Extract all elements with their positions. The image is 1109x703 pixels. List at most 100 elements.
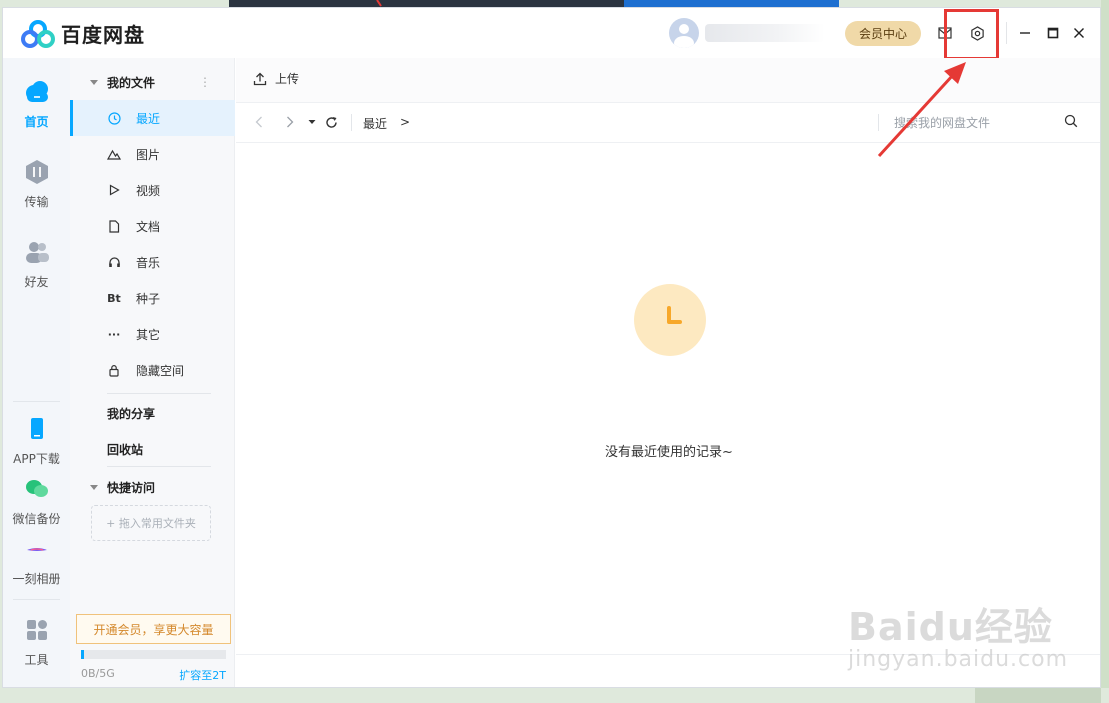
rail-item-transfer[interactable]: 传输 xyxy=(3,158,70,210)
rail-item-album[interactable]: 一刻相册 xyxy=(3,535,70,587)
document-icon xyxy=(107,219,121,233)
upload-icon xyxy=(253,72,267,85)
bt-icon: Bt xyxy=(107,291,121,305)
album-icon xyxy=(26,548,47,551)
image-icon xyxy=(107,147,121,161)
sidebar-item-recycle-bin[interactable]: 回收站 xyxy=(70,431,235,467)
nav-divider xyxy=(351,114,352,131)
rail-item-label: 微信备份 xyxy=(12,512,61,526)
rail-item-wechat-backup[interactable]: 微信备份 xyxy=(3,475,70,527)
minimize-icon xyxy=(1020,32,1030,34)
quick-access-label: 快捷访问 xyxy=(107,480,156,495)
storage-used-text: 0B/5G xyxy=(81,667,115,680)
app-window: 百度网盘 会员中心 首页 传输 好友 APP下载 微信备份 一刻相册 工具 我的… xyxy=(2,7,1101,688)
watermark-url: jingyan.baidu.com xyxy=(848,647,1069,672)
sidebar-item-label: 其它 xyxy=(136,327,161,342)
sidebar-item-label: 文档 xyxy=(136,219,161,234)
app-title: 百度网盘 xyxy=(61,23,145,47)
sidebar-item-hidden-space[interactable]: 隐藏空间 xyxy=(70,352,235,388)
close-button[interactable] xyxy=(1068,22,1090,44)
breadcrumb[interactable]: 最近 xyxy=(363,115,387,132)
more-icon: ··· xyxy=(107,327,121,341)
sidebar-divider xyxy=(107,393,211,394)
cloud-icon xyxy=(25,81,48,102)
navigation-bar: 最近 > xyxy=(236,103,1100,143)
background-bottom xyxy=(0,688,1109,703)
more-options-icon[interactable]: ⋮ xyxy=(199,75,211,89)
rail-item-home[interactable]: 首页 xyxy=(3,78,70,130)
upgrade-storage-link[interactable]: 扩容至2T xyxy=(179,667,226,683)
rail-item-label: 传输 xyxy=(24,195,49,209)
sidebar-item-images[interactable]: 图片 xyxy=(70,136,235,172)
maximize-icon xyxy=(1047,27,1059,39)
sidebar-item-label: 图片 xyxy=(136,147,161,162)
minimize-button[interactable] xyxy=(1014,22,1036,44)
annotation-highlight-box xyxy=(944,9,999,60)
refresh-icon xyxy=(325,116,337,128)
headphones-icon xyxy=(107,255,121,269)
add-folder-dropzone[interactable]: + 拖入常用文件夹 xyxy=(91,505,211,541)
sidebar-item-label: 种子 xyxy=(136,291,161,306)
rail-item-label: 好友 xyxy=(24,275,49,289)
vip-promo-button[interactable]: 开通会员，享更大容量 xyxy=(76,614,231,644)
rail-item-app-download[interactable]: APP下载 xyxy=(3,415,70,467)
storage-progress-bar xyxy=(81,650,226,659)
history-dropdown-button[interactable] xyxy=(303,113,321,131)
rail-item-label: 一刻相册 xyxy=(12,572,61,586)
toolbar: 上传 xyxy=(236,58,1100,103)
search-input[interactable] xyxy=(894,112,1044,134)
upload-button[interactable]: 上传 xyxy=(253,70,299,87)
friends-icon xyxy=(25,242,49,263)
play-icon xyxy=(107,183,121,197)
username-blurred[interactable] xyxy=(705,24,825,42)
rail-item-tools[interactable]: 工具 xyxy=(3,616,70,668)
wechat-icon xyxy=(25,480,48,497)
baidu-jingyan-watermark: Baidu经验 jingyan.baidu.com xyxy=(848,596,1068,672)
sidebar-item-label: 音乐 xyxy=(136,255,161,270)
refresh-button[interactable] xyxy=(322,113,340,131)
sidebar-divider xyxy=(107,466,211,467)
caret-down-icon xyxy=(308,120,316,124)
sidebar: 我的文件 ⋮ 最近 图片 视频 文档 音乐 Bt 种子 ··· 其它 隐藏空间 … xyxy=(70,58,235,687)
chevron-left-icon xyxy=(255,116,262,128)
phone-icon xyxy=(30,418,43,439)
lock-icon xyxy=(107,363,121,377)
rail-item-label: 首页 xyxy=(24,115,49,129)
close-icon xyxy=(1074,28,1084,38)
main-content: 上传 最近 > 搜索我的网盘文件 没有最近使用的记录~ xyxy=(236,58,1100,687)
quick-access-header[interactable]: 快捷访问 xyxy=(70,469,235,505)
background-window-strip xyxy=(229,0,839,7)
collapse-caret-icon[interactable] xyxy=(90,79,98,85)
sidebar-item-torrents[interactable]: Bt 种子 xyxy=(70,280,235,316)
avatar[interactable] xyxy=(669,18,699,48)
my-files-header[interactable]: 我的文件 ⋮ xyxy=(70,64,235,100)
background-edge xyxy=(1101,0,1109,703)
sidebar-item-videos[interactable]: 视频 xyxy=(70,172,235,208)
title-bar: 百度网盘 会员中心 xyxy=(3,8,1100,60)
breadcrumb-separator: > xyxy=(400,115,411,129)
sidebar-item-label: 最近 xyxy=(136,111,161,126)
clock-icon xyxy=(107,111,121,125)
chevron-right-icon xyxy=(287,116,294,128)
rail-item-friends[interactable]: 好友 xyxy=(3,238,70,290)
sidebar-item-recent[interactable]: 最近 xyxy=(70,100,235,136)
storage-progress-fill xyxy=(81,650,84,659)
sidebar-item-music[interactable]: 音乐 xyxy=(70,244,235,280)
upload-label: 上传 xyxy=(275,72,300,86)
search-icon[interactable] xyxy=(1064,114,1078,128)
sidebar-item-my-share[interactable]: 我的分享 xyxy=(70,395,235,431)
vip-center-button[interactable]: 会员中心 xyxy=(845,21,921,46)
forward-button[interactable] xyxy=(281,113,299,131)
app-logo: 百度网盘 xyxy=(21,19,145,48)
collapse-caret-icon[interactable] xyxy=(90,484,98,490)
back-button[interactable] xyxy=(250,113,268,131)
maximize-button[interactable] xyxy=(1042,22,1064,44)
sidebar-item-others[interactable]: ··· 其它 xyxy=(70,316,235,352)
baidu-netdisk-logo-icon xyxy=(21,19,55,48)
rail-item-label: APP下载 xyxy=(13,452,60,466)
rail-divider xyxy=(13,599,60,600)
rail-divider xyxy=(13,401,60,402)
sidebar-item-documents[interactable]: 文档 xyxy=(70,208,235,244)
my-files-label: 我的文件 xyxy=(107,75,156,90)
rail-item-label: 工具 xyxy=(24,653,49,667)
